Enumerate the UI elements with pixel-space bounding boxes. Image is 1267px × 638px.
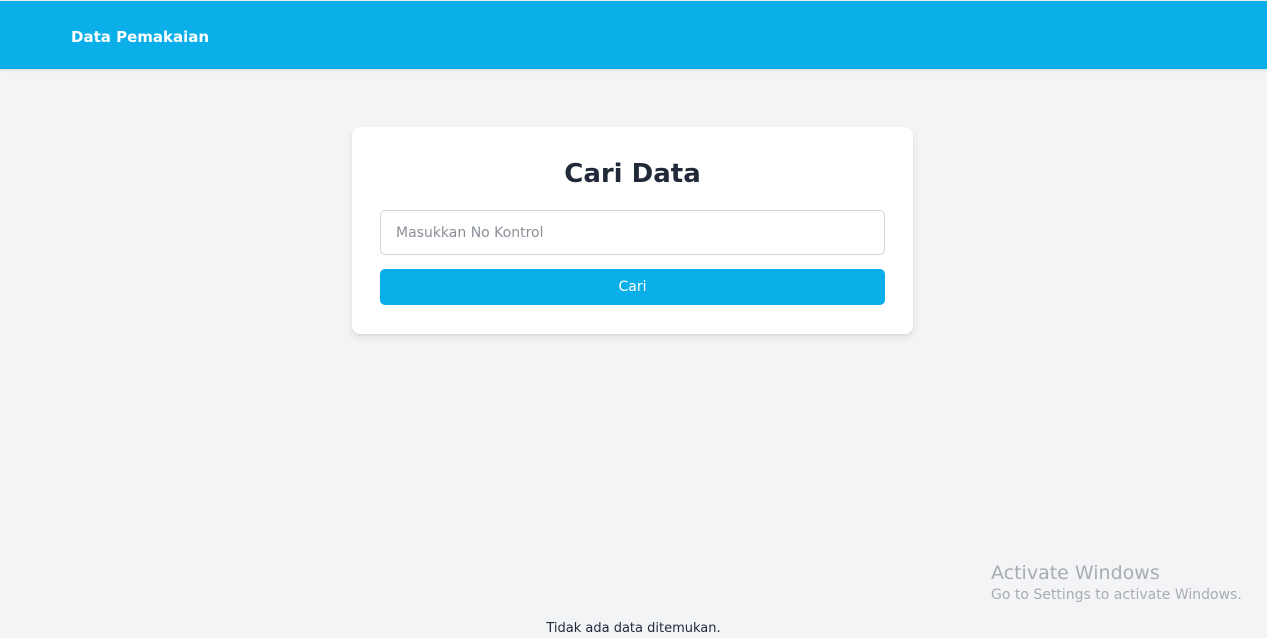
- search-card: Cari Data Cari: [352, 127, 913, 334]
- top-navbar: Data Pemakaian: [0, 1, 1267, 69]
- search-button[interactable]: Cari: [380, 269, 885, 305]
- search-card-title: Cari Data: [564, 159, 701, 189]
- watermark-title: Activate Windows: [991, 562, 1160, 584]
- watermark-subtitle: Go to Settings to activate Windows.: [991, 587, 1242, 603]
- control-number-input[interactable]: [380, 210, 885, 255]
- empty-result-message: Tidak ada data ditemukan.: [546, 621, 721, 636]
- activate-windows-watermark: Activate Windows Go to Settings to activ…: [991, 561, 1242, 605]
- navbar-brand[interactable]: Data Pemakaian: [71, 27, 209, 47]
